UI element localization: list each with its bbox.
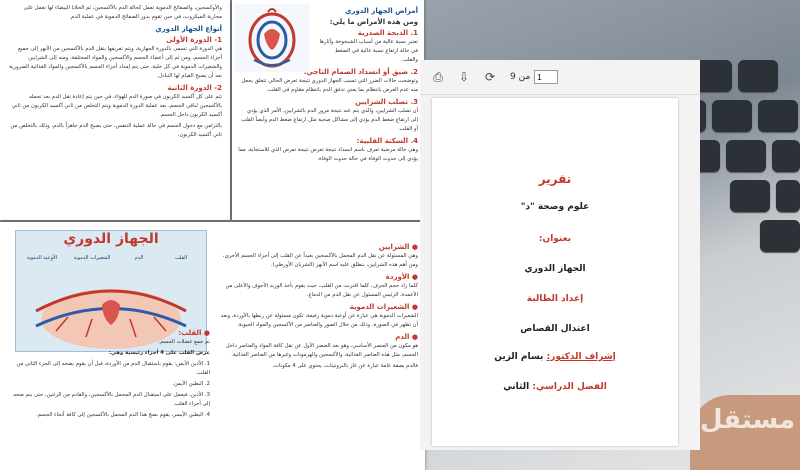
capillaries-paragraph: الشعيرات الدموية هي عبارة عن أوعية دموية… [220, 313, 418, 328]
rotate-icon[interactable]: ⟳ [482, 69, 498, 85]
diagram-label-capillaries: الشعيرات الدموية [73, 255, 111, 261]
page2-disease-3-text: أن تصلب الشرايين، والذي يتم عنه نتيجة مر… [241, 108, 418, 132]
print-icon[interactable]: ⎙ [430, 69, 446, 85]
page2-disease-1-text: تعتبر نسبة عالية من أسباب الشيخوخة وآثار… [319, 39, 418, 63]
page1-sub1-paragraph: هي الدورة التي تسمى بالدورة الجهارية، وي… [9, 46, 222, 79]
cover-prepared-label: إعداد الطالبة [526, 294, 584, 304]
viewer-toolbar: ⎙ ⇩ ⟳ من 9 [420, 60, 700, 95]
page2-disease-4-text: وهي حالة مرضية تعرف باسم انسداد نتيجة تع… [238, 147, 418, 162]
page-indicator: من 9 [510, 70, 559, 84]
heart-part-4: 4. البطين الأيسر، يقوم بضخ هذا الدم المح… [35, 412, 210, 418]
heart-part-1: 1. الأذين الأيمن: يقوم باستقبال الدم من … [16, 361, 211, 376]
document-page-3: الجهاز الدوري القلب الدم الشعيرات الدموي… [0, 222, 425, 470]
cover-report: تقرير [538, 172, 572, 186]
arteries-paragraph: وهي المسئولة عن نقل الدم المحمل بالأكسجي… [222, 253, 418, 268]
cover-title: الجهاز الدوري [524, 264, 586, 274]
page2-disease-3: 3. تصلب الشرايين [355, 98, 418, 106]
page1-top-paragraph: والأوكسجين، والصفائح الدموية تعمل كحالة … [23, 5, 222, 20]
page1-sub2-paragraph: تتم على كل أكسيد الكربون في صورة الدم لل… [11, 94, 222, 118]
page-number-input[interactable] [534, 70, 559, 84]
blood-heading: ● الدم [395, 333, 418, 341]
blood-paragraph: هو مكون من العنصر الأساسي، وهو بعد العنص… [225, 343, 418, 358]
cover-subject: علوم وصحة "د" [520, 202, 590, 212]
page2-disease-4: 4. السكتة القلبية: [356, 137, 418, 145]
cover-student: اعتدال القصاص [520, 324, 590, 334]
diagram-label-vessels: الأوعية الدموية [26, 255, 58, 261]
watermark-logo: مستقل [700, 405, 796, 435]
heart-part-3: 3. الأذين، فيعمل على استقبال الدم المحمل… [13, 392, 210, 407]
page1-sub2-paragraph-2: بالتزامن مع دخول الجسم في حالة عملية الت… [10, 123, 222, 138]
save-icon[interactable]: ⇩ [456, 69, 472, 85]
diagram-label-blood: الدم [134, 255, 144, 261]
page1-sub1: 1- الدورة الأولى [166, 36, 222, 44]
capillaries-heading: ● الشعيرات الدموية [349, 303, 418, 311]
veins-paragraph: كلما زاد حجم الحرف، كلما اقتربت من القلب… [225, 283, 418, 298]
report-cover-page: تقرير علوم وصحة "د" بعنوان: الجهاز الدور… [432, 98, 678, 446]
cover-semester: الفصل الدراسي: الثاني [503, 382, 607, 392]
heart-parts-title: عرض القلب على 4 أجزاء رئيسية وهي: [108, 350, 210, 356]
blood-paragraph-2: فالدم بصفة عامة عبارة عن غاز بالبروتينات… [272, 363, 418, 369]
diagram-label-heart: القلب [174, 255, 187, 261]
heart-part-2: 2. البطين الأيمن. [172, 381, 210, 387]
document-page-1: والأوكسجين، والصفائح الدموية تعمل كحالة … [0, 0, 230, 220]
cover-supervisor: إشراف الدكتور: بسام الزين [494, 352, 616, 362]
page1-types-heading: أنواع الجهاز الدوري [155, 25, 222, 33]
page2-disease-2-text: وتوضحت حالات الضرر التي تسبب الجهاز الدو… [241, 78, 419, 93]
diagram-title: الجهاز الدوري [63, 231, 159, 247]
arteries-heading: ● الشرايين [378, 243, 418, 251]
page-count-label: من 9 [510, 72, 531, 82]
page1-sub2: 2- الدورة الثانية [167, 84, 222, 92]
veins-heading: ● الأوردة [385, 273, 418, 281]
heart-bullet: ● القلب: [178, 329, 210, 337]
circulation-illustration [234, 4, 310, 72]
heart-intro: تم جمع عضلات الجسم. [158, 339, 210, 345]
cover-title-label: بعنوان: [538, 234, 572, 244]
document-page-2: أمراض الجهاز الدوري ومن هذه الأمراض ما ي… [232, 0, 424, 220]
